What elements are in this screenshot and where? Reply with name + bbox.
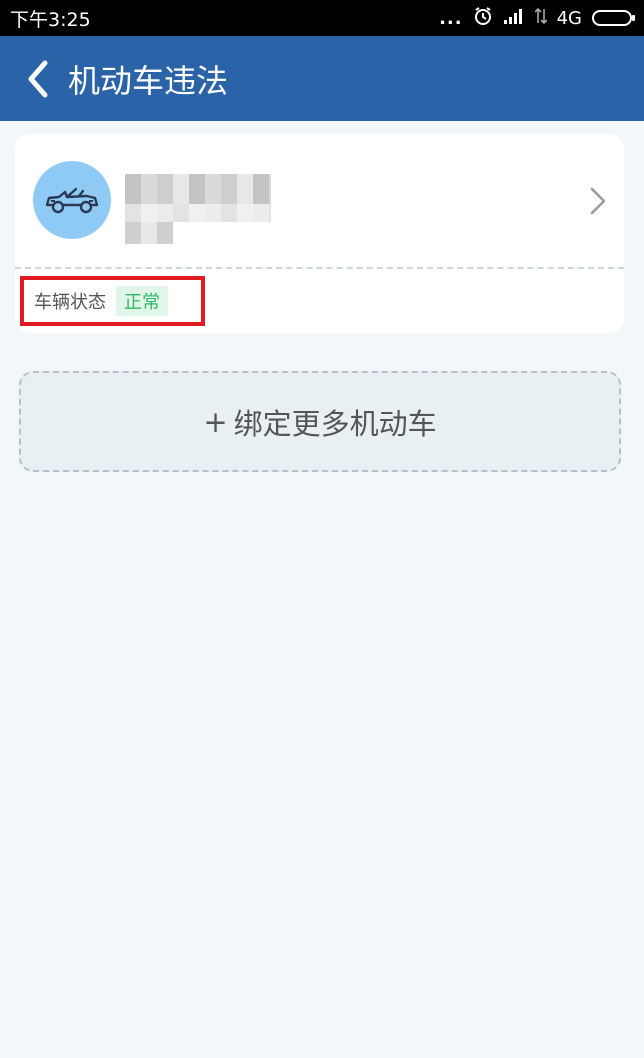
vehicle-status-label: 车辆状态 [34, 292, 106, 313]
app-header: 机动车违法 [0, 36, 644, 121]
bind-more-label: 绑定更多机动车 [233, 406, 437, 441]
status-bar: 下午3:25 ... 4G [0, 0, 644, 36]
page-title: 机动车违法 [68, 61, 229, 100]
battery-icon [592, 10, 635, 26]
alarm-icon [473, 6, 493, 31]
vehicle-status-highlight: 车辆状态 正常 [20, 276, 205, 326]
convertible-car-icon [45, 187, 99, 214]
vehicle-status-badge: 正常 [116, 286, 168, 316]
vehicle-type-blurred [125, 222, 173, 244]
data-arrows-icon [534, 7, 548, 30]
chevron-right-icon [590, 187, 606, 215]
back-button[interactable] [14, 49, 62, 109]
network-type: 4G [556, 7, 582, 29]
card-divider [15, 267, 624, 269]
vehicle-row[interactable] [15, 134, 624, 266]
status-time: 下午3:25 [10, 8, 91, 31]
vehicle-avatar [33, 161, 111, 239]
vehicle-card: 车辆状态 正常 [15, 134, 624, 333]
plate-number-blurred-lower [125, 204, 271, 222]
screen: 下午3:25 ... 4G 机动车违法 车辆状态 正常 + 绑定更多机动车 [0, 0, 644, 1058]
bind-more-vehicles-button[interactable]: + 绑定更多机动车 [19, 371, 621, 472]
plus-icon: + [203, 404, 228, 439]
more-dots-icon: ... [439, 7, 463, 29]
status-icons: ... 4G [439, 6, 635, 31]
chevron-left-icon [28, 60, 48, 97]
signal-icon [503, 8, 525, 29]
plate-number-blurred [125, 174, 271, 204]
